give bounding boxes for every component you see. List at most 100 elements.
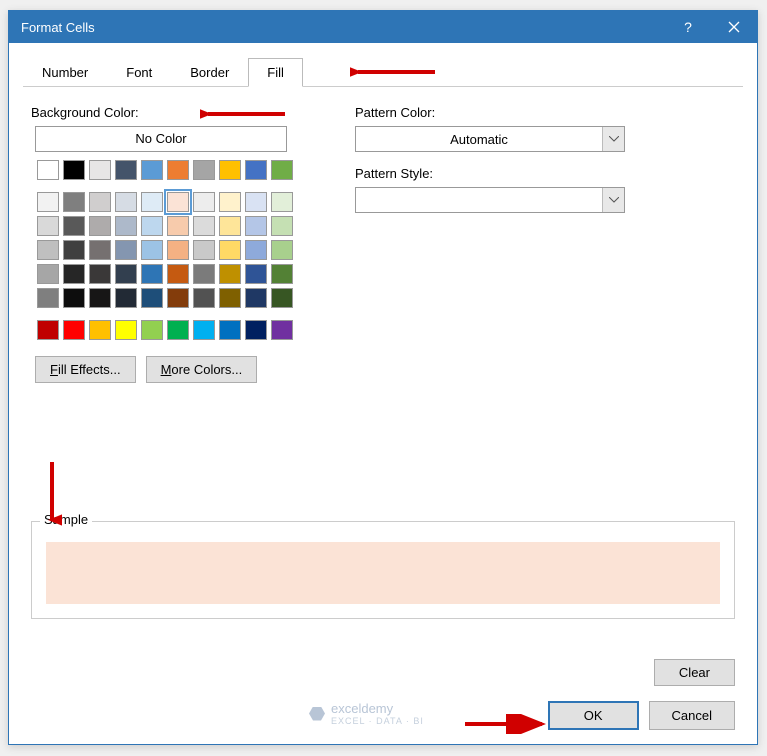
color-swatch[interactable]: [245, 216, 267, 236]
chevron-down-icon: [602, 188, 624, 212]
color-swatch[interactable]: [89, 264, 111, 284]
cancel-button[interactable]: Cancel: [649, 701, 735, 730]
pattern-style-label: Pattern Style:: [355, 166, 625, 181]
color-swatch[interactable]: [219, 264, 241, 284]
color-swatch[interactable]: [37, 240, 59, 260]
color-swatch[interactable]: [141, 288, 163, 308]
background-color-section: Background Color: No Color Fill Effects.…: [31, 105, 295, 383]
color-swatch[interactable]: [219, 288, 241, 308]
close-button[interactable]: [711, 11, 757, 43]
color-swatch[interactable]: [193, 288, 215, 308]
color-palette: [35, 158, 295, 342]
color-swatch[interactable]: [271, 288, 293, 308]
color-swatch[interactable]: [63, 192, 85, 212]
color-swatch[interactable]: [63, 160, 85, 180]
dialog-title: Format Cells: [21, 20, 665, 35]
watermark-tag: EXCEL · DATA · BI: [331, 716, 424, 726]
clear-button[interactable]: Clear: [654, 659, 735, 686]
color-swatch[interactable]: [63, 216, 85, 236]
watermark-brand: exceldemy: [331, 701, 393, 716]
color-swatch[interactable]: [167, 160, 189, 180]
color-swatch[interactable]: [115, 264, 137, 284]
color-swatch[interactable]: [245, 192, 267, 212]
color-swatch[interactable]: [193, 192, 215, 212]
color-swatch[interactable]: [89, 288, 111, 308]
pattern-color-value: Automatic: [356, 132, 602, 147]
color-swatch[interactable]: [37, 216, 59, 236]
color-swatch[interactable]: [89, 320, 111, 340]
color-swatch[interactable]: [63, 240, 85, 260]
color-swatch[interactable]: [219, 160, 241, 180]
color-swatch[interactable]: [115, 320, 137, 340]
dialog-buttons: OK Cancel: [548, 701, 735, 730]
tab-number[interactable]: Number: [23, 58, 107, 87]
color-swatch[interactable]: [245, 320, 267, 340]
color-swatch[interactable]: [141, 160, 163, 180]
no-color-button[interactable]: No Color: [35, 126, 287, 152]
pattern-color-label: Pattern Color:: [355, 105, 625, 120]
color-swatch[interactable]: [219, 320, 241, 340]
color-swatch[interactable]: [89, 192, 111, 212]
color-swatch[interactable]: [271, 240, 293, 260]
color-swatch[interactable]: [141, 264, 163, 284]
color-swatch[interactable]: [141, 192, 163, 212]
color-swatch[interactable]: [271, 160, 293, 180]
color-swatch[interactable]: [167, 264, 189, 284]
color-swatch[interactable]: [167, 240, 189, 260]
color-swatch[interactable]: [193, 320, 215, 340]
color-swatch[interactable]: [193, 240, 215, 260]
color-swatch[interactable]: [63, 264, 85, 284]
close-icon: [728, 21, 740, 33]
color-swatch[interactable]: [37, 288, 59, 308]
color-swatch[interactable]: [115, 288, 137, 308]
color-swatch[interactable]: [245, 288, 267, 308]
color-swatch[interactable]: [167, 320, 189, 340]
color-swatch[interactable]: [167, 216, 189, 236]
chevron-down-icon: [602, 127, 624, 151]
sample-preview: [46, 542, 720, 604]
tab-fill[interactable]: Fill: [248, 58, 303, 87]
color-swatch[interactable]: [37, 192, 59, 212]
color-swatch[interactable]: [37, 160, 59, 180]
tab-font[interactable]: Font: [107, 58, 171, 87]
titlebar: Format Cells ?: [9, 11, 757, 43]
color-swatch[interactable]: [63, 320, 85, 340]
color-swatch[interactable]: [271, 192, 293, 212]
color-swatch[interactable]: [219, 192, 241, 212]
color-swatch[interactable]: [167, 192, 189, 212]
color-swatch[interactable]: [115, 216, 137, 236]
color-swatch[interactable]: [219, 216, 241, 236]
watermark: exceldemy EXCEL · DATA · BI: [309, 701, 424, 726]
color-swatch[interactable]: [37, 264, 59, 284]
color-swatch[interactable]: [89, 216, 111, 236]
color-swatch[interactable]: [193, 160, 215, 180]
color-swatch[interactable]: [167, 288, 189, 308]
tab-border[interactable]: Border: [171, 58, 248, 87]
color-swatch[interactable]: [37, 320, 59, 340]
color-swatch[interactable]: [115, 160, 137, 180]
color-swatch[interactable]: [115, 192, 137, 212]
color-swatch[interactable]: [271, 216, 293, 236]
color-swatch[interactable]: [89, 240, 111, 260]
color-swatch[interactable]: [63, 288, 85, 308]
color-swatch[interactable]: [115, 240, 137, 260]
ok-button[interactable]: OK: [548, 701, 639, 730]
help-button[interactable]: ?: [665, 11, 711, 43]
color-swatch[interactable]: [219, 240, 241, 260]
color-swatch[interactable]: [193, 264, 215, 284]
color-swatch[interactable]: [271, 264, 293, 284]
color-swatch[interactable]: [245, 240, 267, 260]
color-swatch[interactable]: [271, 320, 293, 340]
color-swatch[interactable]: [141, 216, 163, 236]
fill-effects-button[interactable]: Fill Effects...: [35, 356, 136, 383]
pattern-style-dropdown[interactable]: [355, 187, 625, 213]
pattern-color-dropdown[interactable]: Automatic: [355, 126, 625, 152]
color-swatch[interactable]: [245, 264, 267, 284]
color-swatch[interactable]: [89, 160, 111, 180]
color-swatch[interactable]: [141, 240, 163, 260]
pattern-section: Pattern Color: Automatic Pattern Style:: [355, 105, 625, 383]
color-swatch[interactable]: [193, 216, 215, 236]
color-swatch[interactable]: [141, 320, 163, 340]
more-colors-button[interactable]: More Colors...: [146, 356, 258, 383]
color-swatch[interactable]: [245, 160, 267, 180]
